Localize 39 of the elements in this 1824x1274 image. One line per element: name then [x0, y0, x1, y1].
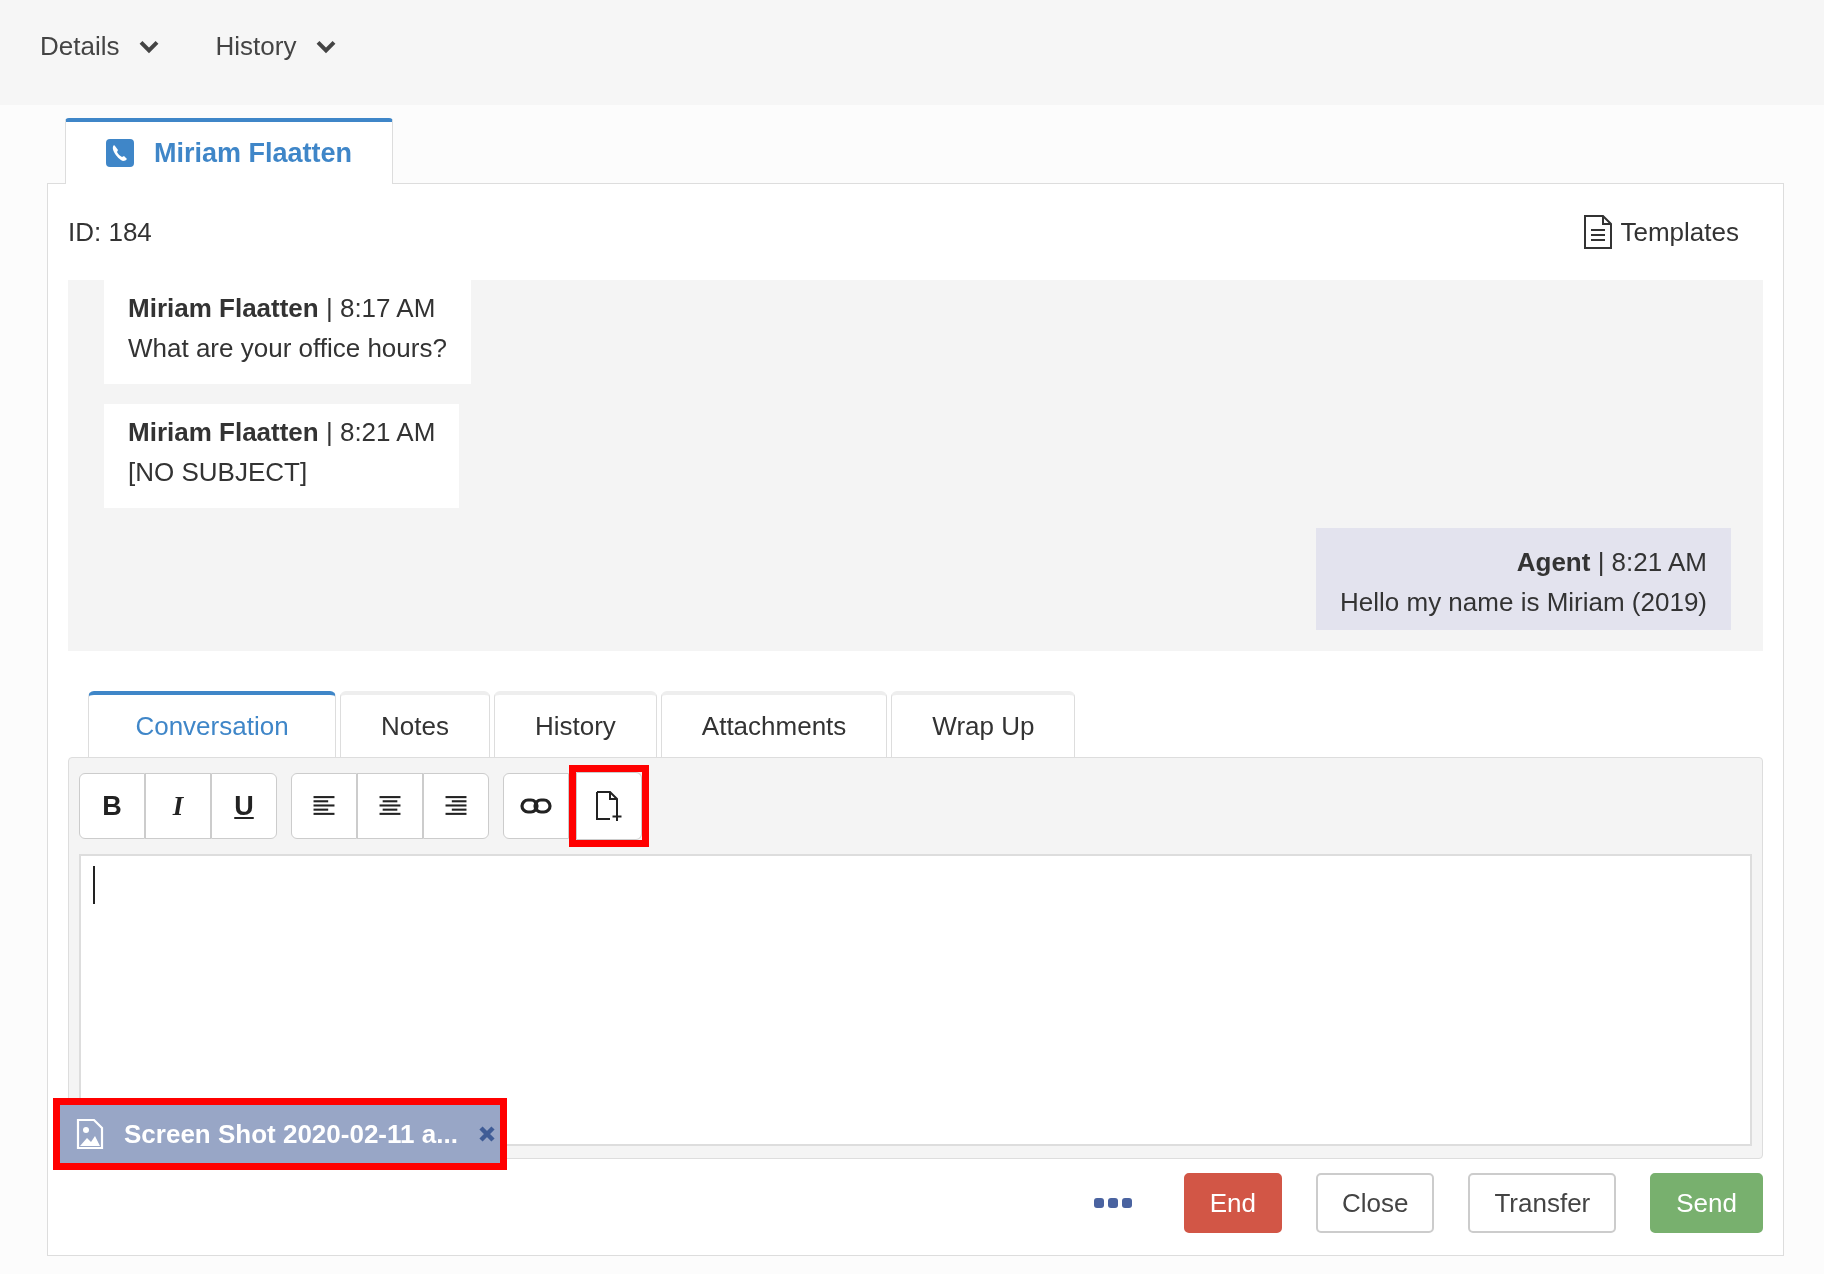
phone-icon [106, 139, 134, 167]
tab[interactable]: Conversation [88, 691, 336, 757]
tab[interactable]: Attachments [660, 691, 888, 757]
document-icon [1582, 214, 1613, 250]
more-icon[interactable] [1093, 1196, 1132, 1210]
italic-button[interactable]: I [145, 773, 211, 839]
align-icon [311, 795, 337, 817]
link-icon [520, 797, 552, 815]
tab[interactable]: History [493, 691, 657, 757]
align-left-button[interactable] [291, 773, 357, 839]
message-text: Hello my name is Miriam (2019) [1340, 586, 1707, 619]
nav-dropdown[interactable]: Details [40, 31, 162, 62]
transfer-button[interactable]: Transfer [1468, 1173, 1617, 1233]
message-text: [NO SUBJECT] [128, 456, 309, 489]
remove-icon[interactable] [477, 1125, 496, 1143]
message-input[interactable] [79, 854, 1752, 1146]
align-center-button[interactable] [357, 773, 423, 839]
align-right-button[interactable] [423, 773, 489, 839]
attachment-name: Screen Shot 2020-02-11 a... [124, 1118, 458, 1150]
nav-dropdown[interactable]: History [215, 31, 339, 62]
message-header: Agent | 8:21 AM [1515, 546, 1707, 579]
file-plus-icon [595, 790, 623, 822]
underline-button[interactable]: U [211, 773, 277, 839]
attach-file-button[interactable] [576, 772, 642, 840]
tab[interactable]: Wrap Up [891, 691, 1076, 757]
image-file-icon [76, 1118, 104, 1150]
contact-tab[interactable]: Miriam Flaatten [65, 118, 394, 184]
end-button[interactable]: End [1183, 1173, 1282, 1233]
message-header: Miriam Flaatten | 8:17 AM [128, 292, 437, 325]
align-icon [443, 795, 469, 817]
templates-button[interactable]: Templates [1576, 213, 1745, 251]
tab[interactable]: Notes [340, 691, 490, 757]
message-header: Miriam Flaatten | 8:21 AM [128, 416, 436, 449]
link-button[interactable] [503, 773, 569, 839]
bold-button[interactable]: B [79, 773, 145, 839]
close-button[interactable]: Close [1315, 1173, 1435, 1233]
align-icon [377, 795, 403, 817]
message-text: What are your office hours? [128, 332, 447, 365]
id-label: ID: 184 [68, 216, 152, 248]
